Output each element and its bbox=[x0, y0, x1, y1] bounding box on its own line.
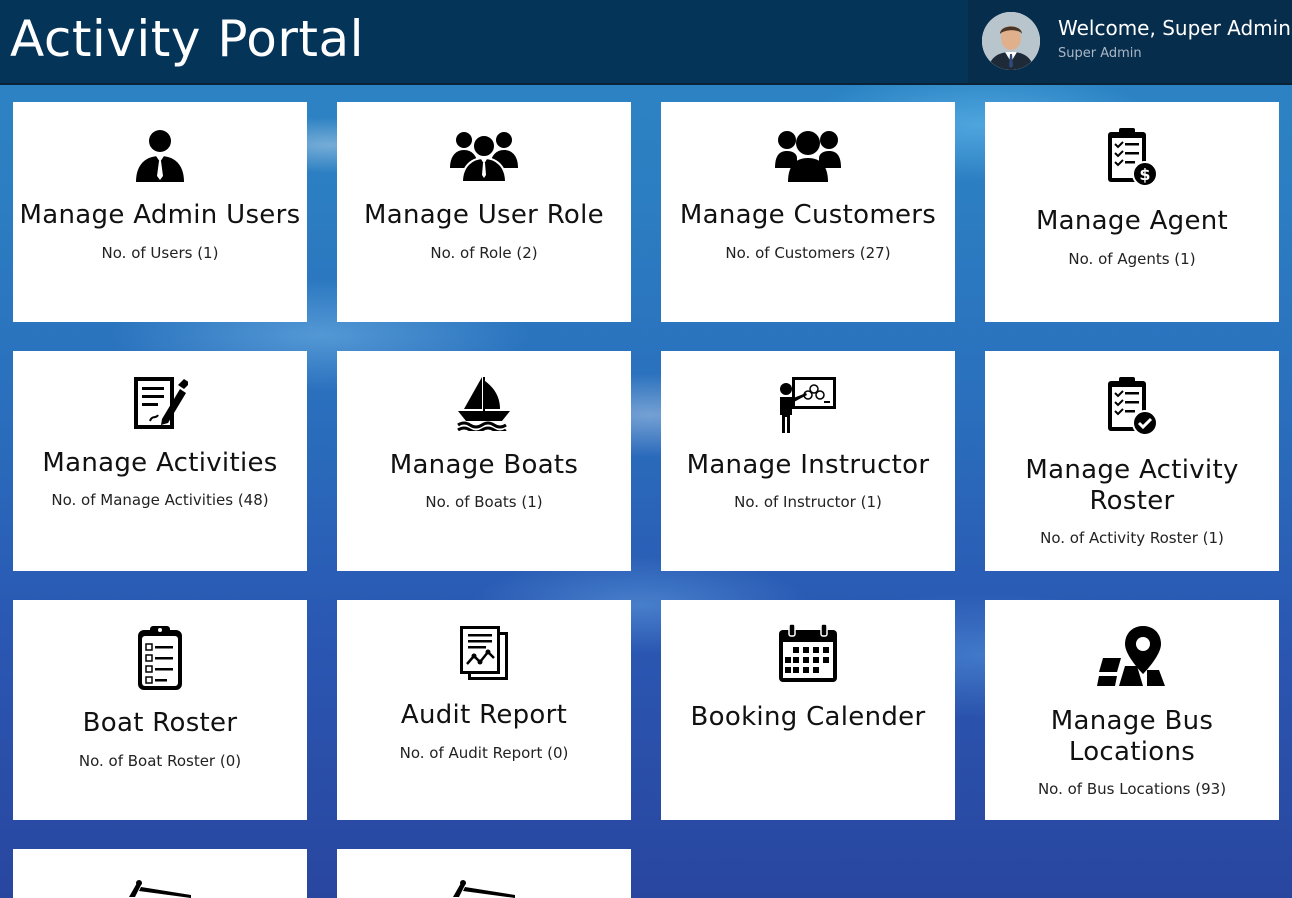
tile-title: Booking Calender bbox=[690, 702, 926, 732]
tile-partial[interactable] bbox=[337, 849, 631, 898]
user-role: Super Admin bbox=[1058, 46, 1142, 61]
tile-manage-bus-locations[interactable]: Manage Bus Locations No. of Bus Location… bbox=[985, 600, 1279, 820]
tile-manage-instructor[interactable]: Manage Instructor No. of Instructor (1) bbox=[661, 351, 955, 571]
edit-document-icon bbox=[13, 375, 307, 435]
tile-manage-agent[interactable]: $ Manage Agent No. of Agents (1) bbox=[985, 102, 1279, 322]
tile-count: No. of Manage Activities (48) bbox=[51, 491, 269, 509]
top-header: Activity Portal Welcome, Super Admin Sup… bbox=[0, 0, 1292, 85]
avatar[interactable] bbox=[982, 12, 1040, 70]
svg-text:$: $ bbox=[1139, 165, 1150, 184]
tile-title: Manage Activity Roster bbox=[1025, 455, 1239, 516]
user-profile[interactable]: Welcome, Super Admin Super Admin bbox=[968, 0, 1292, 83]
tile-booking-calender[interactable]: Booking Calender bbox=[661, 600, 955, 820]
tile-count: No. of Customers (27) bbox=[725, 244, 891, 262]
tile-count: No. of Boats (1) bbox=[425, 493, 543, 511]
report-chart-icon bbox=[337, 624, 631, 686]
tile-boat-roster[interactable]: Boat Roster No. of Boat Roster (0) bbox=[13, 600, 307, 820]
tile-count: No. of Audit Report (0) bbox=[399, 744, 569, 762]
tile-title: Manage User Role bbox=[364, 200, 604, 230]
tile-manage-customers[interactable]: Manage Customers No. of Customers (27) bbox=[661, 102, 955, 322]
tile-manage-activity-roster[interactable]: Manage Activity Roster No. of Activity R… bbox=[985, 351, 1279, 571]
tile-count: No. of Agents (1) bbox=[1068, 250, 1196, 268]
customers-icon bbox=[661, 128, 955, 186]
tile-title: Manage Agent bbox=[1035, 206, 1229, 236]
clipboard-dollar-icon: $ bbox=[985, 126, 1279, 192]
tile-title: Manage Activities bbox=[42, 448, 278, 478]
tile-audit-report[interactable]: Audit Report No. of Audit Report (0) bbox=[337, 600, 631, 820]
tile-manage-user-role[interactable]: Manage User Role No. of Role (2) bbox=[337, 102, 631, 322]
map-pin-icon bbox=[985, 624, 1279, 692]
tile-count: No. of Role (2) bbox=[430, 244, 538, 262]
instructor-board-icon bbox=[661, 375, 955, 437]
tile-title: Manage Admin Users bbox=[19, 200, 301, 230]
tile-manage-admin-users[interactable]: Manage Admin Users No. of Users (1) bbox=[13, 102, 307, 322]
tile-count: No. of Bus Locations (93) bbox=[1037, 780, 1227, 798]
tile-count: No. of Boat Roster (0) bbox=[78, 752, 242, 770]
calendar-icon bbox=[661, 624, 955, 688]
tool-icon bbox=[337, 879, 631, 898]
tile-count: No. of Users (1) bbox=[101, 244, 219, 262]
tile-manage-boats[interactable]: Manage Boats No. of Boats (1) bbox=[337, 351, 631, 571]
clipboard-check-icon bbox=[985, 375, 1279, 441]
app-title: Activity Portal bbox=[10, 10, 365, 68]
tile-title: Audit Report bbox=[400, 700, 568, 730]
tool-icon bbox=[13, 879, 307, 898]
tile-title: Manage Boats bbox=[389, 450, 579, 480]
users-group-icon bbox=[337, 128, 631, 186]
tile-partial[interactable] bbox=[13, 849, 307, 898]
tile-count: No. of Activity Roster (1) bbox=[1040, 529, 1224, 547]
welcome-text: Welcome, Super Admin bbox=[1058, 16, 1291, 40]
tile-manage-activities[interactable]: Manage Activities No. of Manage Activiti… bbox=[13, 351, 307, 571]
tile-title: Manage Customers bbox=[679, 200, 937, 230]
tile-count: No. of Instructor (1) bbox=[734, 493, 882, 511]
tile-title: Manage Bus Locations bbox=[1050, 706, 1214, 767]
clipboard-checklist-icon bbox=[13, 624, 307, 696]
user-icon bbox=[13, 128, 307, 186]
sailboat-icon bbox=[337, 375, 631, 435]
tile-title: Boat Roster bbox=[82, 708, 238, 738]
tile-title: Manage Instructor bbox=[686, 450, 930, 480]
